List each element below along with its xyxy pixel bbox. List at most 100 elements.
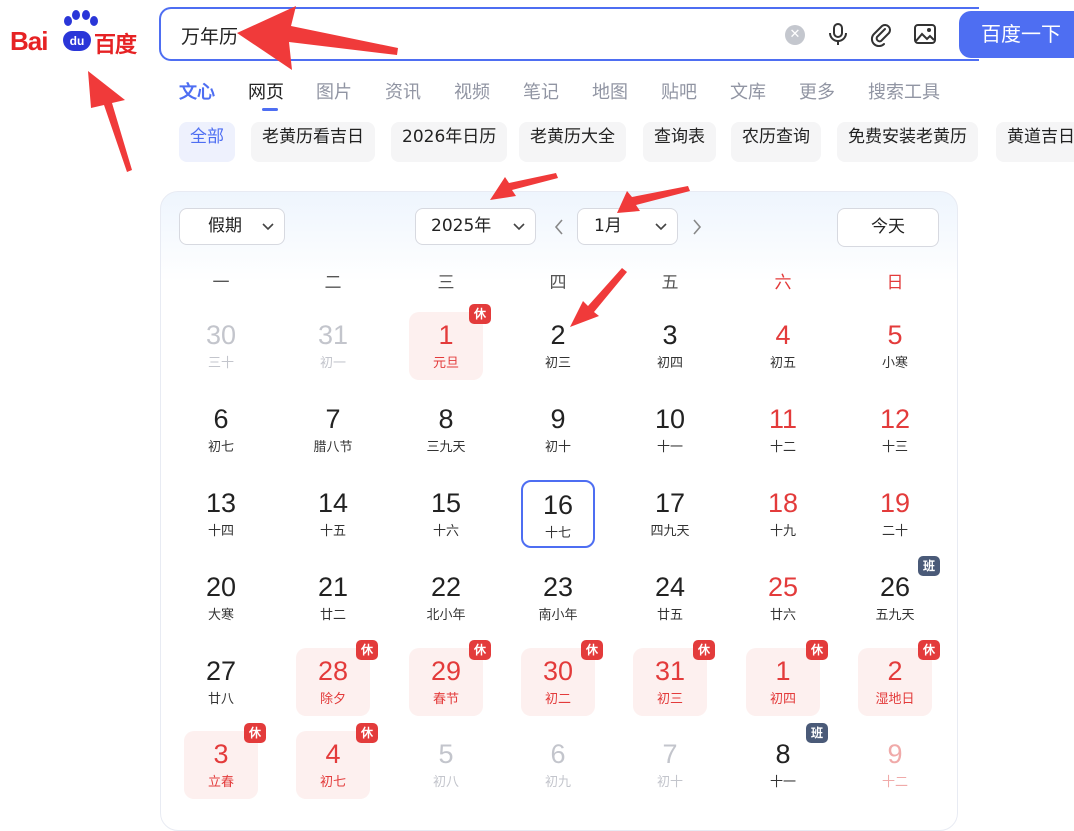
day-number: 2 xyxy=(887,656,903,686)
chip-2026-calendar[interactable]: 2026年日历 xyxy=(391,122,508,162)
calendar-day[interactable]: 11 十二 xyxy=(746,396,820,464)
calendar-day[interactable]: 8 十一 班 xyxy=(746,723,828,799)
chip-lookup-table[interactable]: 查询表 xyxy=(643,122,716,162)
calendar-day[interactable]: 9 十二 xyxy=(858,731,932,799)
calendar-day[interactable]: 7 腊八节 xyxy=(296,396,370,464)
calendar-day[interactable]: 5 小寒 xyxy=(858,312,932,380)
calendar-day[interactable]: 16 十七 xyxy=(521,480,595,548)
rest-day-badge: 休 xyxy=(918,640,940,660)
weekday-label: 日 xyxy=(886,273,904,293)
search-button[interactable]: 百度一下 xyxy=(959,11,1074,58)
calendar-day[interactable]: 13 十四 xyxy=(184,480,258,548)
chip-all[interactable]: 全部 xyxy=(179,122,235,162)
paperclip-icon[interactable] xyxy=(868,21,894,47)
calendar-day[interactable]: 25 廿六 xyxy=(746,564,820,632)
calendar-day[interactable]: 8 三九天 xyxy=(409,396,483,464)
day-number: 6 xyxy=(213,404,229,434)
image-search-icon[interactable] xyxy=(912,21,938,47)
rest-day-badge: 休 xyxy=(469,304,491,324)
calendar-day[interactable]: 2 初三 xyxy=(521,312,595,380)
calendar-day[interactable]: 6 初七 xyxy=(184,396,258,464)
today-button[interactable]: 今天 xyxy=(837,208,939,247)
microphone-icon[interactable] xyxy=(825,21,851,47)
lunar-date: 三十 xyxy=(207,356,234,371)
calendar-day[interactable]: 30 三十 xyxy=(184,312,258,380)
tab-map[interactable]: 地图 xyxy=(592,78,628,104)
calendar-day[interactable]: 24 廿五 xyxy=(633,564,707,632)
workday-badge: 班 xyxy=(918,556,940,576)
calendar-day[interactable]: 5 初八 xyxy=(409,731,483,799)
lunar-date: 四九天 xyxy=(650,524,690,539)
calendar-day[interactable]: 12 十三 xyxy=(858,396,932,464)
calendar-day[interactable]: 18 十九 xyxy=(746,480,820,548)
day-number: 31 xyxy=(654,656,686,686)
calendar-day[interactable]: 31 初一 xyxy=(296,312,370,380)
tab-notes[interactable]: 笔记 xyxy=(523,78,559,104)
calendar-day[interactable]: 14 十五 xyxy=(296,480,370,548)
calendar-day[interactable]: 3 立春 休 xyxy=(184,723,266,799)
chip-install-almanac[interactable]: 免费安装老黄历 xyxy=(837,122,978,162)
calendar-day[interactable]: 1 元旦 休 xyxy=(409,304,491,380)
lunar-date: 十七 xyxy=(544,526,571,541)
next-month-icon[interactable] xyxy=(690,218,704,236)
tab-more[interactable]: 更多 xyxy=(799,78,835,104)
calendar-day[interactable]: 15 十六 xyxy=(409,480,483,548)
calendar-day[interactable]: 30 初二 休 xyxy=(521,640,603,716)
tab-news[interactable]: 资讯 xyxy=(385,78,421,104)
lunar-date: 十四 xyxy=(207,524,234,539)
rest-day-badge: 休 xyxy=(469,640,491,660)
baidu-logo[interactable]: Bai du 百度 xyxy=(8,10,138,58)
day-number: 17 xyxy=(654,488,686,518)
tab-wenku[interactable]: 文库 xyxy=(730,78,766,104)
calendar-day[interactable]: 2 湿地日 休 xyxy=(858,640,940,716)
clear-icon[interactable]: ✕ xyxy=(785,25,805,45)
calendar-day[interactable]: 17 四九天 xyxy=(633,480,707,548)
prev-month-icon[interactable] xyxy=(552,218,566,236)
lunar-date: 十三 xyxy=(881,440,908,455)
holiday-select[interactable]: 假期 xyxy=(179,208,285,245)
calendar-day[interactable]: 7 初十 xyxy=(633,731,707,799)
day-number: 31 xyxy=(317,320,349,350)
calendar-day[interactable]: 21 廿二 xyxy=(296,564,370,632)
chip-almanac[interactable]: 老黄历大全 xyxy=(519,122,626,162)
tab-images[interactable]: 图片 xyxy=(316,78,352,104)
chip-lucky-days[interactable]: 黄道吉日 xyxy=(996,122,1074,162)
day-number: 1 xyxy=(438,320,454,350)
month-select[interactable]: 1月 xyxy=(577,208,678,245)
calendar-day[interactable]: 22 北小年 xyxy=(409,564,483,632)
chip-lunar-query[interactable]: 农历查询 xyxy=(731,122,821,162)
search-input[interactable] xyxy=(179,9,763,61)
tab-video[interactable]: 视频 xyxy=(454,78,490,104)
paw-toe xyxy=(90,16,98,26)
calendar-day[interactable]: 3 初四 xyxy=(633,312,707,380)
day-number: 7 xyxy=(325,404,341,434)
calendar-day[interactable]: 20 大寒 xyxy=(184,564,258,632)
tab-web[interactable]: 网页 xyxy=(248,78,284,111)
chip-auspicious-days[interactable]: 老黄历看吉日 xyxy=(251,122,375,162)
calendar-day[interactable]: 10 十一 xyxy=(633,396,707,464)
calendar-day[interactable]: 23 南小年 xyxy=(521,564,595,632)
day-number: 15 xyxy=(430,488,462,518)
day-number: 13 xyxy=(205,488,237,518)
calendar-day[interactable]: 26 五九天 班 xyxy=(858,556,940,632)
calendar-day[interactable]: 1 初四 休 xyxy=(746,640,828,716)
lunar-date: 廿五 xyxy=(656,608,683,623)
calendar-day[interactable]: 29 春节 休 xyxy=(409,640,491,716)
calendar-day[interactable]: 31 初三 休 xyxy=(633,640,715,716)
tab-wenxin[interactable]: 文心 xyxy=(179,78,215,104)
calendar-day[interactable]: 4 初七 休 xyxy=(296,723,378,799)
tab-tieba[interactable]: 贴吧 xyxy=(661,78,697,104)
day-number: 22 xyxy=(430,572,462,602)
calendar-day[interactable]: 19 二十 xyxy=(858,480,932,548)
day-number: 21 xyxy=(317,572,349,602)
lunar-date: 三九天 xyxy=(426,440,466,455)
calendar-day[interactable]: 28 除夕 休 xyxy=(296,640,378,716)
calendar-day[interactable]: 9 初十 xyxy=(521,396,595,464)
year-select[interactable]: 2025年 xyxy=(415,208,536,245)
calendar-day[interactable]: 6 初九 xyxy=(521,731,595,799)
calendar-day[interactable]: 27 廿八 xyxy=(184,648,258,716)
tab-search-tools[interactable]: 搜索工具 xyxy=(868,78,940,104)
day-number: 26 xyxy=(879,572,911,602)
lunar-date: 大寒 xyxy=(207,608,234,623)
calendar-day[interactable]: 4 初五 xyxy=(746,312,820,380)
